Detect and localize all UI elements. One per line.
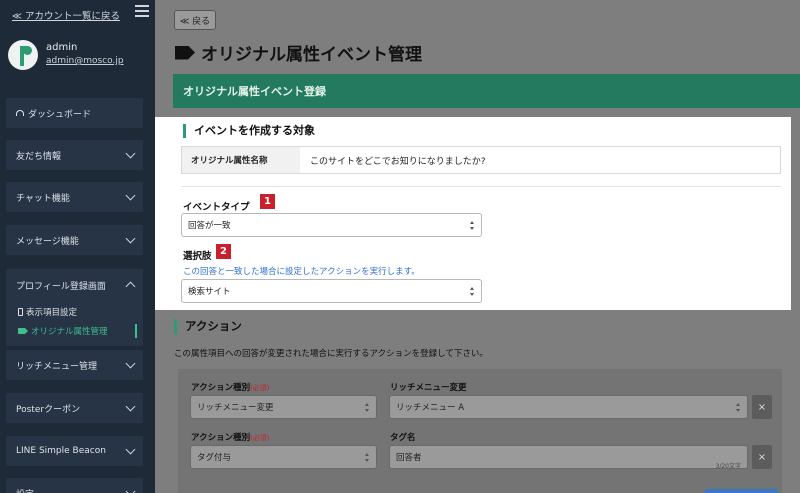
section-heading-action: アクション xyxy=(174,319,242,334)
active-indicator xyxy=(135,324,137,338)
page-title: オリジナル属性イベント管理 xyxy=(175,40,422,65)
sidebar-item-label: メッセージ機能 xyxy=(16,236,79,247)
event-type-select[interactable]: 回答が一致 xyxy=(181,213,482,237)
sub-item-label: 表示項目設定 xyxy=(26,308,78,318)
attribute-name-label: オリジナル属性名称 xyxy=(182,147,300,173)
select-arrows-icon xyxy=(365,403,370,412)
chevron-down-icon xyxy=(125,358,136,369)
remove-action-button[interactable]: × xyxy=(752,445,772,469)
event-type-label: イベントタイプ xyxy=(183,202,250,213)
choice-hint: この回答と一致した場合に設定したアクションを実行します。 xyxy=(183,267,420,277)
divider xyxy=(181,186,781,187)
dashboard-icon xyxy=(16,110,24,116)
action-description: この属性項目への回答が変更された場合に実行するアクションを登録して下さい。 xyxy=(174,349,488,359)
sidebar-item-label: LINE Simple Beacon xyxy=(16,446,106,456)
choice-label: 選択肢 xyxy=(183,251,212,262)
chevron-down-icon xyxy=(125,486,136,493)
sidebar-item-dashboard[interactable]: ダッシュボード xyxy=(6,98,143,128)
submit-button[interactable] xyxy=(705,489,778,493)
sidebar-item-label: Posterクーポン xyxy=(16,404,81,415)
required-mark: (必須) xyxy=(250,434,270,442)
rich-menu-change-label: リッチメニュー変更 xyxy=(390,383,467,393)
form-banner: オリジナル属性イベント登録 xyxy=(173,74,800,108)
select-arrows-icon xyxy=(736,403,741,412)
action-panel: アクション種別(必須) リッチメニュー変更 リッチメニュー変更 リッチメニュー … xyxy=(178,369,782,493)
event-type-value: 回答が一致 xyxy=(188,221,231,231)
avatar xyxy=(8,40,38,70)
sidebar: ≪ アカウント一覧に戻る admin admin@mosco.jp ダッシュボー… xyxy=(0,0,155,493)
user-name: admin xyxy=(46,42,78,53)
sidebar-item-poster-coupon[interactable]: Posterクーポン xyxy=(6,393,143,423)
phone-icon xyxy=(18,308,23,316)
action-type-label: アクション種別(必須) xyxy=(191,381,270,393)
sidebar-item-label: チャット機能 xyxy=(16,193,70,204)
tag-name-input[interactable]: 回答者 3/20文字 xyxy=(389,445,748,470)
sidebar-item-label: プロフィール登録画面 xyxy=(16,282,106,292)
action-type-value: タグ付与 xyxy=(197,453,232,463)
attribute-name-value: このサイトをどこでお知りになりましたか? xyxy=(310,156,486,167)
tag-name-label: タグ名 xyxy=(390,433,416,443)
user-email-link[interactable]: admin@mosco.jp xyxy=(46,56,124,66)
back-button[interactable]: ≪ 戻る xyxy=(174,10,216,30)
label-text: アクション種別 xyxy=(191,383,251,393)
action-type-value: リッチメニュー変更 xyxy=(197,403,274,413)
sub-item-original-attributes[interactable]: オリジナル属性管理 xyxy=(18,325,108,337)
sub-item-label: オリジナル属性管理 xyxy=(31,327,108,337)
sidebar-item-label: 友だち情報 xyxy=(16,151,62,162)
page-title-text: オリジナル属性イベント管理 xyxy=(201,45,422,65)
sidebar-item-friends[interactable]: 友だち情報 xyxy=(6,140,143,170)
event-target-card: イベントを作成する対象 オリジナル属性名称 このサイトをどこでお知りになりました… xyxy=(155,117,791,310)
select-arrows-icon xyxy=(365,453,370,462)
attribute-name-row: オリジナル属性名称 このサイトをどこでお知りになりましたか? xyxy=(181,146,781,174)
rich-menu-select[interactable]: リッチメニュー A xyxy=(389,395,748,419)
chevron-down-icon xyxy=(125,233,136,244)
sidebar-item-label: リッチメニュー管理 xyxy=(16,361,98,372)
sidebar-item-line-beacon[interactable]: LINE Simple Beacon xyxy=(6,436,143,466)
back-to-accounts-link[interactable]: ≪ アカウント一覧に戻る xyxy=(12,8,120,22)
select-arrows-icon xyxy=(470,287,475,296)
select-arrows-icon xyxy=(470,221,475,230)
step-badge-2: 2 xyxy=(216,244,231,259)
choice-select[interactable]: 検索サイト xyxy=(181,279,482,303)
chevron-up-icon xyxy=(125,281,136,292)
tag-icon xyxy=(175,45,195,60)
rich-menu-value: リッチメニュー A xyxy=(396,403,465,413)
step-badge-1: 1 xyxy=(260,194,275,209)
sidebar-item-label: ダッシュボード xyxy=(28,109,92,120)
sidebar-item-messages[interactable]: メッセージ機能 xyxy=(6,225,143,255)
sub-item-display-settings[interactable]: 表示項目設定 xyxy=(18,306,77,318)
label-text: アクション種別 xyxy=(191,433,251,443)
action-type-label-2: アクション種別(必須) xyxy=(191,431,270,443)
sidebar-item-settings[interactable]: 設定 xyxy=(6,478,143,493)
sidebar-item-label: 設定 xyxy=(16,487,34,493)
tag-icon xyxy=(18,328,28,334)
hamburger-menu-icon[interactable] xyxy=(135,5,149,17)
section-heading-target: イベントを作成する対象 xyxy=(183,124,315,138)
sidebar-item-rich-menu[interactable]: リッチメニュー管理 xyxy=(6,350,143,380)
chevron-down-icon xyxy=(125,401,136,412)
action-type-select-1[interactable]: リッチメニュー変更 xyxy=(190,395,377,419)
required-mark: (必須) xyxy=(250,384,270,392)
tag-name-value: 回答者 xyxy=(396,453,422,463)
sidebar-item-profile-form[interactable]: プロフィール登録画面 表示項目設定 オリジナル属性管理 xyxy=(6,269,143,346)
chevron-down-icon xyxy=(125,444,136,455)
chevron-down-icon xyxy=(125,148,136,159)
chevron-down-icon xyxy=(125,190,136,201)
action-type-select-2[interactable]: タグ付与 xyxy=(190,445,377,469)
char-counter: 3/20文字 xyxy=(715,463,741,470)
choice-value: 検索サイト xyxy=(188,287,231,297)
remove-action-button[interactable]: × xyxy=(752,395,772,419)
sidebar-item-chat[interactable]: チャット機能 xyxy=(6,182,143,212)
